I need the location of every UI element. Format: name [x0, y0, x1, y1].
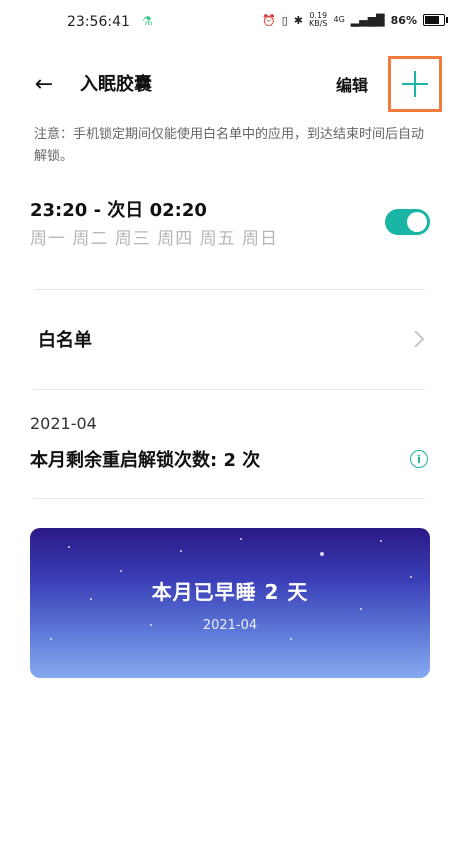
back-button[interactable]: ←	[30, 70, 58, 98]
star-decoration	[240, 538, 242, 540]
toggle-knob	[407, 212, 427, 232]
divider	[34, 289, 425, 290]
chevron-right-icon[interactable]	[412, 328, 432, 350]
star-decoration	[68, 546, 70, 548]
star-decoration	[320, 552, 324, 556]
notice-text: 注意：手机锁定期间仅能使用白名单中的应用，到达结束时间后自动解锁。	[34, 127, 425, 164]
divider	[34, 498, 425, 499]
bluetooth-icon: ✱	[293, 13, 303, 27]
network-speed-unit: KB/S	[308, 19, 328, 28]
schedule-toggle[interactable]	[385, 209, 430, 235]
back-arrow-icon: ←	[34, 71, 54, 97]
remaining-unlocks: 本月剩余重启解锁次数: 2 次	[30, 450, 261, 471]
edit-button[interactable]: 编辑	[336, 72, 368, 96]
star-decoration	[360, 608, 362, 610]
star-decoration	[120, 570, 122, 572]
schedule-time-range[interactable]: 23:20 - 次日 02:20	[30, 196, 207, 222]
star-decoration	[380, 540, 382, 542]
star-decoration	[180, 550, 182, 552]
stats-month: 2021-04	[30, 414, 97, 433]
star-decoration	[50, 638, 52, 640]
vibrate-icon: ▯	[281, 13, 288, 27]
add-button[interactable]	[388, 56, 442, 112]
status-time: 23:56:41	[67, 14, 130, 30]
flask-icon: ⚗	[142, 14, 153, 28]
divider	[34, 389, 425, 390]
battery-percent: 86%	[390, 13, 417, 27]
alarm-icon: ⏰	[262, 13, 276, 27]
status-indicators: ⏰ ▯ ✱ 0.19 KB/S 4G ▂▄▆█ 86%	[262, 12, 448, 28]
plus-icon	[402, 71, 428, 97]
whitelist-label[interactable]: 白名单	[38, 326, 92, 352]
card-date: 2021-04	[202, 618, 258, 633]
battery-icon	[422, 14, 448, 26]
network-speed: 0.19 KB/S	[309, 12, 328, 28]
card-title: 本月已早睡 2 天	[151, 580, 309, 604]
schedule-weekdays: 周一 周二 周三 周四 周五 周日	[30, 229, 279, 249]
page-title: 入眠胶囊	[80, 74, 152, 95]
signal-label: 4G	[333, 15, 345, 24]
sleep-summary-card: 本月已早睡 2 天 2021-04	[30, 528, 430, 678]
signal-icon: ▂▄▆█	[350, 13, 385, 27]
star-decoration	[290, 638, 292, 640]
info-icon[interactable]: i	[410, 450, 428, 468]
